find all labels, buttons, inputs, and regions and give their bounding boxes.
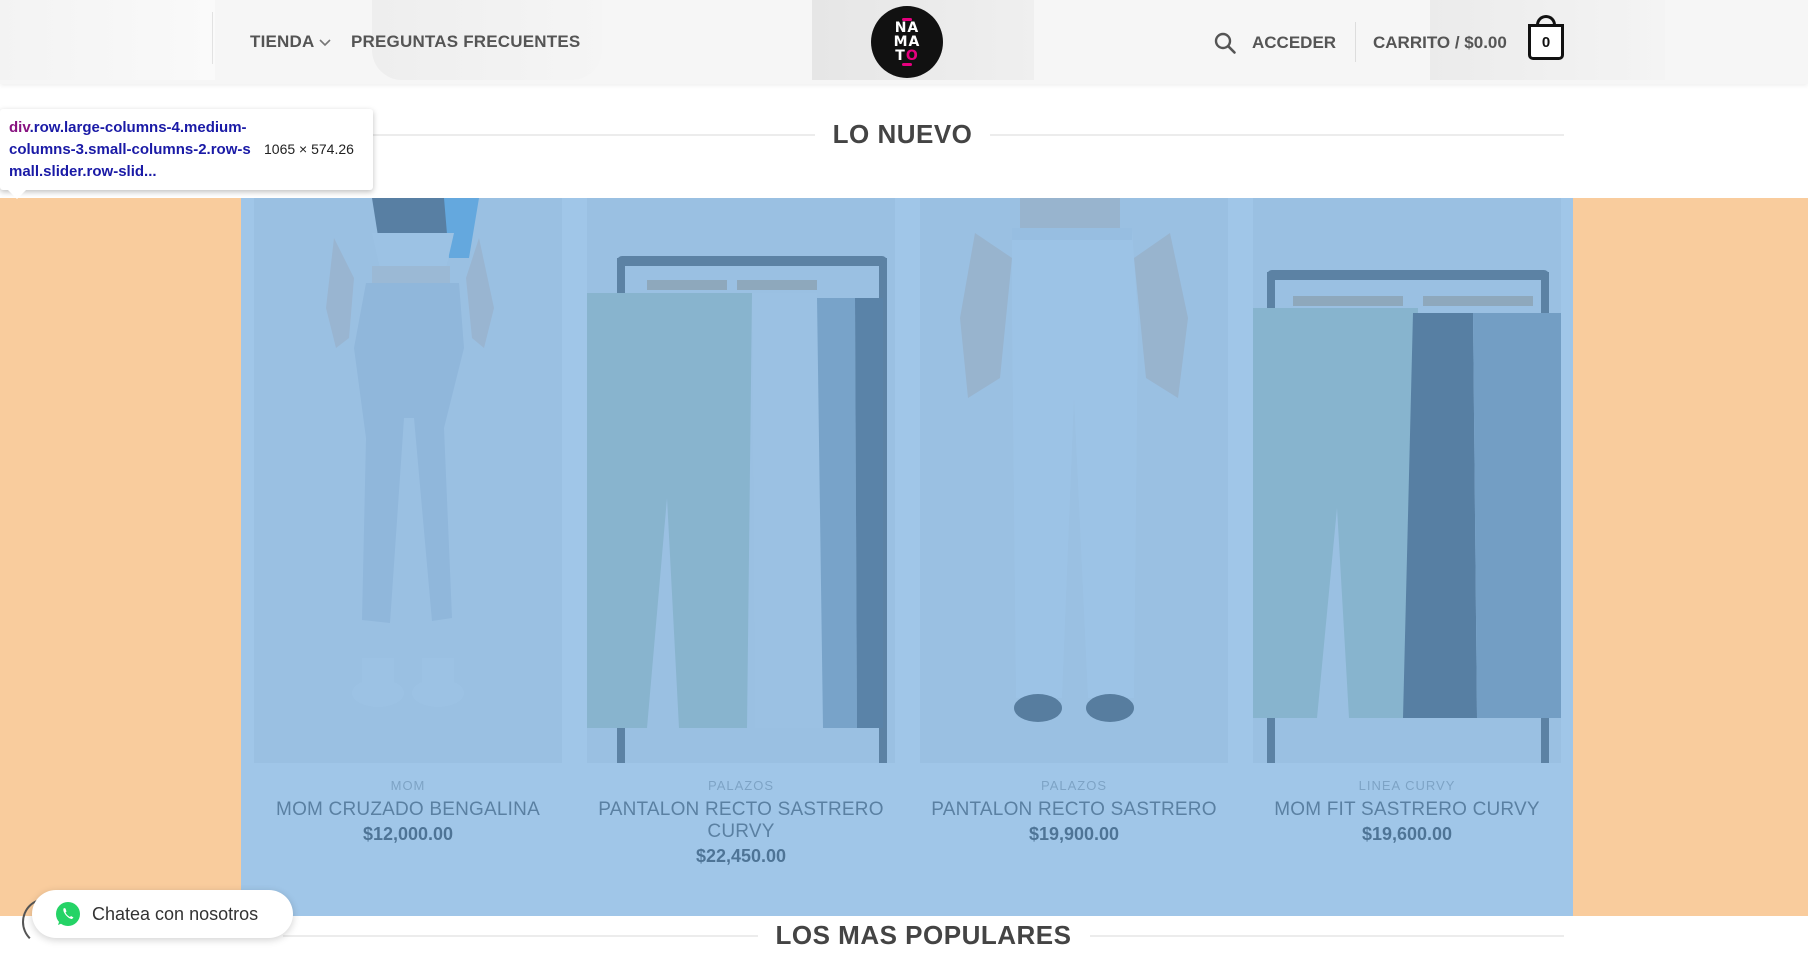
header-divider <box>1355 22 1356 62</box>
product-category[interactable]: MOM <box>254 778 562 793</box>
chevron-down-icon <box>319 39 332 47</box>
product-image[interactable] <box>920 198 1228 763</box>
product-name[interactable]: MOM CRUZADO BENGALINA <box>254 799 562 821</box>
product-name[interactable]: PANTALON RECTO SASTRERO CURVY <box>587 799 895 843</box>
header-divider <box>212 12 213 64</box>
product-price: $19,900.00 <box>1028 824 1120 844</box>
inspector-dimensions: 1065 × 574.26 <box>264 141 354 157</box>
product-price: $22,450.00 <box>695 846 787 866</box>
section-title-text: LO NUEVO <box>832 119 973 149</box>
whatsapp-icon <box>56 902 80 926</box>
inspector-selector: div.row.large-columns-4.medium-columns-3… <box>9 117 254 183</box>
inspector-padding-highlight <box>0 198 241 916</box>
title-rule <box>990 133 1565 136</box>
product-card[interactable]: PALAZOS PANTALON RECTO SASTRERO CURVY $2… <box>587 198 895 867</box>
logo-text-line: MA <box>893 34 921 50</box>
product-image[interactable] <box>1253 198 1561 763</box>
product-name[interactable]: PANTALON RECTO SASTRERO <box>920 799 1228 821</box>
login-link[interactable]: ACCEDER <box>1252 33 1336 53</box>
site-header: TIENDA PREGUNTAS FRECUENTES NA MA TO ACC… <box>0 0 1808 84</box>
cart-count-badge[interactable]: 0 <box>1528 24 1564 60</box>
product-photo-curvy <box>1253 198 1561 763</box>
section-title-text: LOS MAS POPULARES <box>775 920 1072 950</box>
product-photo-sastrero <box>920 198 1228 763</box>
logo-text-line: NA <box>894 20 920 36</box>
search-icon[interactable] <box>1213 31 1237 55</box>
logo-letter: T <box>895 48 906 64</box>
logo-accent-bar <box>902 63 912 66</box>
product-photo-mom <box>254 198 562 763</box>
product-photo-rack <box>587 198 895 763</box>
nav-shop-menu[interactable]: TIENDA <box>250 32 332 52</box>
inspector-classes: .row.large-columns-4.medium-columns-3.sm… <box>9 119 251 180</box>
inspector-padding-highlight <box>1573 198 1808 916</box>
cart-link[interactable]: CARRITO / $0.00 <box>1373 33 1507 53</box>
nav-shop-label: TIENDA <box>250 32 315 51</box>
product-category[interactable]: PALAZOS <box>920 778 1228 793</box>
logo-dot-letter: O <box>905 48 919 64</box>
chat-label: Chatea con nosotros <box>92 903 259 924</box>
inspector-tag: div <box>9 119 30 136</box>
header-background-image <box>0 0 215 80</box>
title-rule <box>283 934 758 937</box>
product-image[interactable] <box>587 198 895 763</box>
product-name[interactable]: MOM FIT SASTRERO CURVY <box>1253 799 1561 821</box>
logo-text-line: TO <box>895 49 918 63</box>
product-card[interactable]: LINEA CURVY MOM FIT SASTRERO CURVY $19,6… <box>1253 198 1561 845</box>
inspector-tooltip: div.row.large-columns-4.medium-columns-3… <box>0 109 373 199</box>
brand-logo[interactable]: NA MA TO <box>871 6 943 78</box>
product-card[interactable]: PALAZOS PANTALON RECTO SASTRERO $19,900.… <box>920 198 1228 845</box>
product-card[interactable]: MOM MOM CRUZADO BENGALINA $12,000.00 <box>254 198 562 845</box>
whatsapp-chat-button[interactable]: Chatea con nosotros <box>32 890 293 938</box>
product-image[interactable] <box>254 198 562 763</box>
title-rule <box>1089 934 1565 937</box>
product-category[interactable]: PALAZOS <box>587 778 895 793</box>
product-price: $12,000.00 <box>362 824 454 844</box>
nav-faq-link[interactable]: PREGUNTAS FRECUENTES <box>351 32 580 52</box>
product-category[interactable]: LINEA CURVY <box>1253 778 1561 793</box>
product-price: $19,600.00 <box>1361 824 1453 844</box>
